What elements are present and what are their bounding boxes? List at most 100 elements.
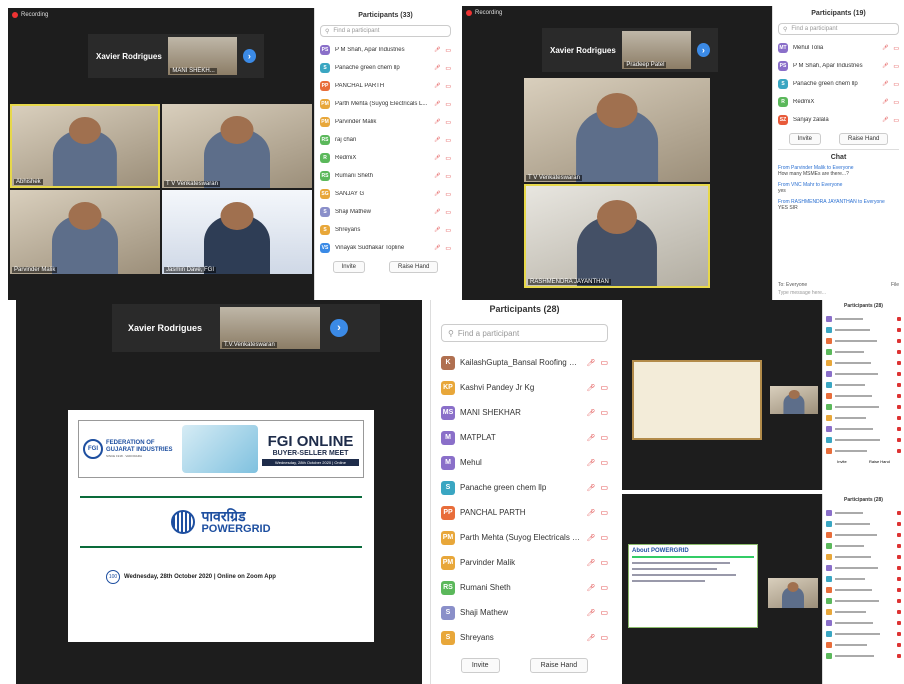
search-input[interactable]: ⚲ Find a participant [320,25,451,37]
muted-mic-icon[interactable]: 🎤︎ [587,434,596,442]
participant-row[interactable]: RS Rumani Sheth 🎤︎ ▭ [441,575,608,600]
muted-mic-icon[interactable]: 🎤︎ [587,559,596,567]
video-off-icon[interactable]: ▭ [600,358,608,367]
participant-row[interactable] [826,628,901,639]
muted-mic-icon[interactable]: 🎤︎ [587,509,596,517]
participant-row[interactable] [826,507,901,518]
participant-row[interactable]: MT Mehul Tolia 🎤︎ ▭ [778,39,899,57]
speaker-thumbnail[interactable]: MANI SHEKH... [168,37,237,75]
video-off-icon[interactable]: ▭ [893,45,899,52]
participant-row[interactable]: S Panache green chem llp 🎤︎ ▭ [441,475,608,500]
video-off-icon[interactable]: ▭ [600,608,608,617]
muted-mic-icon[interactable] [897,371,901,376]
muted-mic-icon[interactable] [897,653,901,658]
participant-row[interactable] [826,595,901,606]
participant-row[interactable]: PM Parth Mehta (Suyog Electricals L... 🎤︎ ▭ [441,525,608,550]
muted-mic-icon[interactable]: 🎤︎ [434,209,440,215]
speaker-thumbnail[interactable]: Pradeep Patel [622,31,691,69]
video-off-icon[interactable]: ▭ [600,558,608,567]
participant-row[interactable]: SG SANJAY G 🎤︎ ▭ [320,185,451,203]
muted-mic-icon[interactable] [897,642,901,647]
participant-row[interactable] [826,617,901,628]
muted-mic-icon[interactable] [897,437,901,442]
search-input[interactable]: ⚲ Find a participant [441,324,608,342]
muted-mic-icon[interactable] [897,587,901,592]
invite-button[interactable]: Invite [460,658,500,673]
video-off-icon[interactable]: ▭ [445,65,451,72]
video-off-icon[interactable]: ▭ [893,81,899,88]
participant-row[interactable] [826,379,901,390]
participant-row[interactable]: S Shaji Mathew 🎤︎ ▭ [320,203,451,221]
participant-row[interactable]: K KailashGupta_Bansal Roofing Pr... 🎤︎ ▭ [441,350,608,375]
video-off-icon[interactable]: ▭ [600,508,608,517]
video-off-icon[interactable]: ▭ [445,209,451,216]
muted-mic-icon[interactable] [897,598,901,603]
muted-mic-icon[interactable] [897,565,901,570]
video-off-icon[interactable]: ▭ [600,483,608,492]
muted-mic-icon[interactable]: 🎤︎ [434,119,440,125]
video-tile-1[interactable]: Abhishek [10,104,160,188]
video-off-icon[interactable]: ▭ [893,99,899,106]
raise-hand-button[interactable]: Raise Hand [838,133,889,145]
muted-mic-icon[interactable] [897,521,901,526]
participant-row[interactable] [826,434,901,445]
participant-row[interactable] [826,606,901,617]
muted-mic-icon[interactable]: 🎤︎ [587,634,596,642]
video-off-icon[interactable]: ▭ [893,63,899,70]
muted-mic-icon[interactable] [897,415,901,420]
participant-row[interactable] [826,562,901,573]
participant-row[interactable]: SZ Sanjay zalala 🎤︎ ▭ [778,111,899,129]
participant-row[interactable] [826,368,901,379]
muted-mic-icon[interactable]: 🎤︎ [587,484,596,492]
muted-mic-icon[interactable] [897,510,901,515]
muted-mic-icon[interactable] [897,382,901,387]
participant-row[interactable] [826,529,901,540]
muted-mic-icon[interactable] [897,554,901,559]
participant-row[interactable]: RS Rumani Sheth 🎤︎ ▭ [320,167,451,185]
muted-mic-icon[interactable] [897,426,901,431]
muted-mic-icon[interactable]: 🎤︎ [434,101,440,107]
muted-mic-icon[interactable]: 🎤︎ [882,117,888,123]
muted-mic-icon[interactable] [897,338,901,343]
muted-mic-icon[interactable]: 🎤︎ [434,191,440,197]
muted-mic-icon[interactable]: 🎤︎ [882,99,888,105]
next-page-button[interactable]: › [242,49,256,63]
participant-row[interactable] [826,335,901,346]
muted-mic-icon[interactable]: 🎤︎ [434,245,440,251]
muted-mic-icon[interactable]: 🎤︎ [434,227,440,233]
speaker-thumbnail[interactable] [770,386,818,414]
invite-button[interactable]: Invite [332,261,365,273]
participant-row[interactable]: S Shaji Mathew 🎤︎ ▭ [441,600,608,625]
participant-row[interactable]: VS Vinayak Sudhakar Topline 🎤︎ ▭ [320,239,451,257]
participant-row[interactable]: RS raj chan 🎤︎ ▭ [320,131,451,149]
video-off-icon[interactable]: ▭ [893,117,899,124]
muted-mic-icon[interactable]: 🎤︎ [434,65,440,71]
participant-row[interactable]: PS P M Shah, Apar Industries 🎤︎ ▭ [320,41,451,59]
video-off-icon[interactable]: ▭ [445,245,451,252]
video-off-icon[interactable]: ▭ [445,137,451,144]
participant-row[interactable] [826,412,901,423]
search-input[interactable]: ⚲ Find a participant [778,23,899,35]
muted-mic-icon[interactable]: 🎤︎ [587,534,596,542]
participant-row[interactable] [826,390,901,401]
participant-row[interactable] [826,324,901,335]
video-off-icon[interactable]: ▭ [445,83,451,90]
speaker-thumbnail[interactable] [768,578,818,608]
participant-row[interactable] [826,518,901,529]
invite-button[interactable]: Invite [788,133,821,145]
muted-mic-icon[interactable] [897,543,901,548]
participant-row[interactable] [826,573,901,584]
video-off-icon[interactable]: ▭ [600,583,608,592]
muted-mic-icon[interactable] [897,327,901,332]
participant-row[interactable] [826,584,901,595]
muted-mic-icon[interactable] [897,360,901,365]
video-off-icon[interactable]: ▭ [445,173,451,180]
participant-row[interactable]: S Shreyans 🎤︎ ▭ [441,625,608,650]
participant-row[interactable]: PS P M Shah, Apar Industries 🎤︎ ▭ [778,57,899,75]
muted-mic-icon[interactable]: 🎤︎ [587,609,596,617]
video-tile-1[interactable]: T V Venkateswaran [524,78,710,182]
participant-row[interactable] [826,639,901,650]
video-tile-4[interactable]: Jasmin Dave, FGI [162,190,312,274]
participant-row[interactable]: S Shreyans 🎤︎ ▭ [320,221,451,239]
participant-row[interactable]: PM Parvinder Malik 🎤︎ ▭ [320,113,451,131]
